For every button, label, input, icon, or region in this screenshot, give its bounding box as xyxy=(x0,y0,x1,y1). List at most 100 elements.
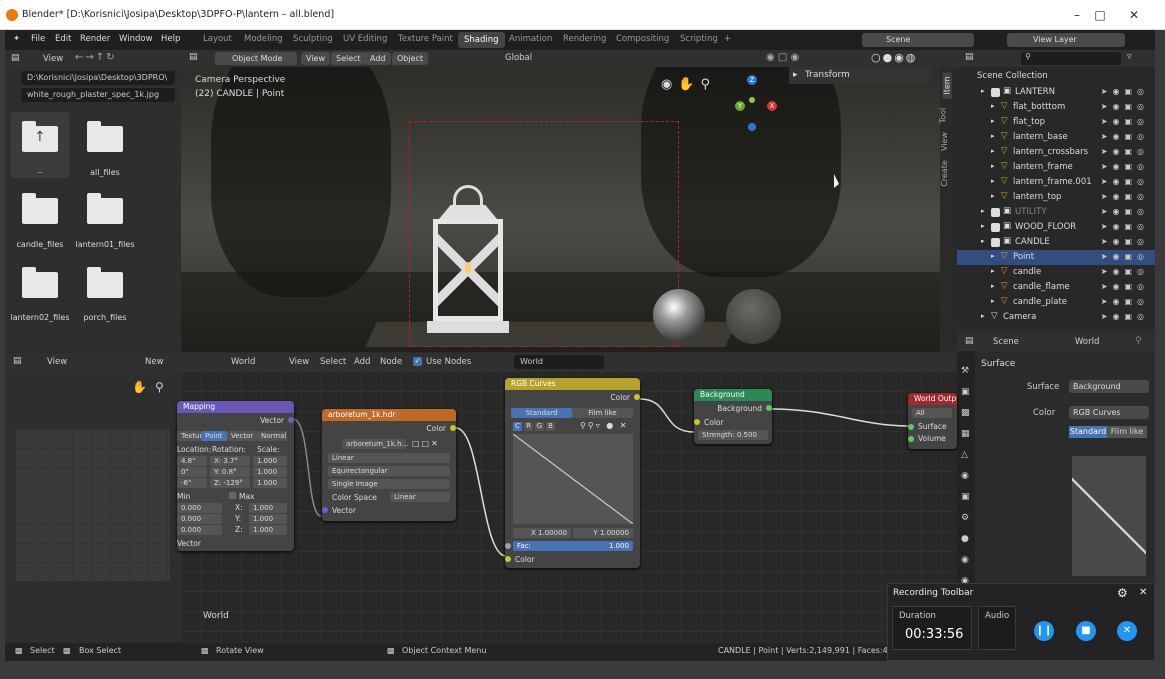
collection-checkbox[interactable] xyxy=(991,88,1000,97)
stop-icon[interactable]: ■ xyxy=(1076,621,1096,641)
outliner-row[interactable]: ▸ ▣ LANTERN ➤◉▣◎ xyxy=(957,85,1155,100)
parent-folder-item[interactable]: ↑ .. xyxy=(11,112,69,178)
add-workspace-button[interactable]: + xyxy=(724,34,731,44)
curve-y-field[interactable]: Y 1.00000 xyxy=(573,528,633,538)
max-z-field[interactable]: 1.000 xyxy=(249,525,287,535)
menu-render[interactable]: Render xyxy=(80,34,110,44)
strength-field[interactable]: Strength: 0.500 xyxy=(698,430,768,440)
use-nodes-checkbox[interactable]: ✓ xyxy=(413,357,422,366)
menu-window[interactable]: Window xyxy=(119,34,153,44)
visibility-toggles-icon[interactable]: ➤◉▣◎ xyxy=(1101,192,1149,201)
tab-layout[interactable]: Layout xyxy=(203,34,232,44)
viewport-select-menu[interactable]: Select xyxy=(331,52,366,65)
outliner-row[interactable]: ▸ ▽ flat_botttom ➤◉▣◎ xyxy=(957,100,1155,115)
tab-animation[interactable]: Animation xyxy=(509,34,552,44)
visibility-toggles-icon[interactable]: ➤◉▣◎ xyxy=(1101,237,1149,246)
outliner-row[interactable]: ▸ ▽ candle ➤◉▣◎ xyxy=(957,265,1155,280)
socket-icon[interactable] xyxy=(766,405,772,411)
pin-icon[interactable]: ⚲ xyxy=(1135,336,1142,346)
outliner-row[interactable]: ▸ ▽ lantern_top ➤◉▣◎ xyxy=(957,190,1155,205)
path-field[interactable]: D:\Korisnici\Josipa\Desktop\3DPRO\ xyxy=(21,71,175,85)
scale-z-field[interactable]: 1.000 xyxy=(253,478,287,488)
visibility-toggles-icon[interactable]: ➤◉▣◎ xyxy=(1101,267,1149,276)
gizmo-neg-z-icon[interactable] xyxy=(748,123,756,131)
folder-icon[interactable] xyxy=(22,193,58,224)
socket-icon[interactable] xyxy=(450,425,456,431)
camera-hand-zoom-icons[interactable]: ◉✋⚲ xyxy=(661,77,716,92)
tab-texture-paint[interactable]: Texture Paint xyxy=(398,34,453,44)
maximize-button[interactable]: □ xyxy=(1089,6,1111,24)
outliner-row[interactable]: ▸ ▽ candle_plate ➤◉▣◎ xyxy=(957,295,1155,310)
shading-mode-icons[interactable]: ○●◉◍ xyxy=(871,51,917,64)
editor-type-icon[interactable]: ▤ xyxy=(965,336,974,346)
projection-dropdown[interactable]: Equirectangular xyxy=(328,466,450,476)
settings-gear-icon[interactable]: ⚙ xyxy=(1117,586,1128,600)
expand-arrow-icon[interactable]: ▸ xyxy=(991,282,995,290)
expand-arrow-icon[interactable]: ▸ xyxy=(981,207,985,215)
folder-icon[interactable] xyxy=(87,267,123,298)
fac-slider[interactable]: Fac: 1.000 xyxy=(513,541,633,551)
gizmo-x-icon[interactable]: X xyxy=(767,101,777,111)
tab-scripting[interactable]: Scripting xyxy=(680,34,718,44)
expand-arrow-icon[interactable]: ▸ xyxy=(991,162,995,170)
folder-icon[interactable] xyxy=(87,193,123,224)
properties-scene-tab[interactable]: Scene xyxy=(993,337,1019,347)
lantern-object[interactable] xyxy=(421,177,516,337)
max-y-field[interactable]: 1.000 xyxy=(249,514,287,524)
editor-type-icon[interactable]: ▤ xyxy=(965,52,974,62)
socket-icon[interactable] xyxy=(505,543,511,549)
mapping-type-normal[interactable]: Normal xyxy=(257,431,287,441)
curve-tools-icons[interactable]: ⚲⚲▿ ● ✕ xyxy=(580,421,629,430)
object-mode-dropdown[interactable]: Object Mode xyxy=(215,52,297,65)
visibility-toggles-icon[interactable]: ➤◉▣◎ xyxy=(1101,297,1149,306)
min-y-field[interactable]: 0.000 xyxy=(177,514,222,524)
recording-toolbar[interactable]: Recording Toolbar ⚙ ✕ Duration 00:33:56 … xyxy=(887,583,1155,661)
visibility-toggles-icon[interactable]: ➤◉▣◎ xyxy=(1101,207,1149,216)
close-icon[interactable]: ✕ xyxy=(1139,587,1147,598)
image-grid[interactable] xyxy=(15,429,170,581)
scale-x-field[interactable]: 1.000 xyxy=(253,456,287,466)
socket-icon[interactable] xyxy=(908,424,914,430)
viewport-object-menu[interactable]: Object xyxy=(392,52,429,65)
collection-checkbox[interactable] xyxy=(991,238,1000,247)
scale-y-field[interactable]: 1.000 xyxy=(253,467,287,477)
editor-type-icon[interactable]: ▤ xyxy=(13,356,22,366)
hand-pan-icon[interactable]: ✋ xyxy=(132,380,147,394)
blender-menu-icon[interactable]: ✦ xyxy=(13,34,20,44)
image-datablock-field[interactable]: arboretum_1k.h... xyxy=(342,439,408,449)
visibility-toggles-icon[interactable]: ➤◉▣◎ xyxy=(1101,117,1149,126)
filmlike-curve-tab[interactable]: Film like xyxy=(1107,426,1147,438)
outliner-row[interactable]: ▸ ▣ UTILITY ➤◉▣◎ xyxy=(957,205,1155,220)
socket-icon[interactable] xyxy=(505,556,511,562)
expand-arrow-icon[interactable]: ▸ xyxy=(991,267,995,275)
world-datablock-field[interactable]: World xyxy=(514,355,604,369)
transform-panel-header[interactable]: ▸ Transform xyxy=(789,67,932,84)
channel-g-tab[interactable]: G xyxy=(535,422,544,431)
scene-selector[interactable]: Scene xyxy=(862,33,974,47)
collection-checkbox[interactable] xyxy=(991,223,1000,232)
close-window-button[interactable]: ✕ xyxy=(1123,6,1145,24)
cancel-recording-icon[interactable]: ✕ xyxy=(1117,621,1137,641)
output-target-dropdown[interactable]: All xyxy=(912,408,952,418)
rgb-curves-node[interactable]: RGB Curves Color Standard Film like C R … xyxy=(505,378,640,568)
outliner-row[interactable]: ▸ ▽ candle_flame ➤◉▣◎ xyxy=(957,280,1155,295)
diffuse-sphere[interactable] xyxy=(726,289,781,344)
outliner-row[interactable]: ▸ ▣ CANDLE ➤◉▣◎ xyxy=(957,235,1155,250)
viewport-add-menu[interactable]: Add xyxy=(365,52,391,65)
source-dropdown[interactable]: Single Image xyxy=(328,479,450,489)
expand-arrow-icon[interactable]: ▸ xyxy=(991,147,995,155)
expand-arrow-icon[interactable]: ▸ xyxy=(991,177,995,185)
mapping-type-point[interactable]: Point xyxy=(201,431,227,441)
viewport-overlay-icons[interactable]: ◉ □ ◉ xyxy=(766,52,799,63)
surface-section-title[interactable]: Surface xyxy=(981,359,1015,369)
outliner-search-input[interactable]: ⚲ xyxy=(1021,52,1121,65)
channel-b-tab[interactable]: B xyxy=(546,422,555,431)
outliner-row[interactable]: ▸ ▣ WOOD_FLOOR ➤◉▣◎ xyxy=(957,220,1155,235)
gizmo-z-icon[interactable]: Z xyxy=(747,75,757,85)
outliner-row[interactable]: ▸ ▽ lantern_crossbars ➤◉▣◎ xyxy=(957,145,1155,160)
channel-r-tab[interactable]: R xyxy=(524,422,533,431)
node-add-menu[interactable]: Add xyxy=(354,357,370,367)
folder-icon[interactable] xyxy=(22,267,58,298)
visibility-toggles-icon[interactable]: ➤◉▣◎ xyxy=(1101,222,1149,231)
gizmo-neg-y-icon[interactable] xyxy=(749,97,755,103)
